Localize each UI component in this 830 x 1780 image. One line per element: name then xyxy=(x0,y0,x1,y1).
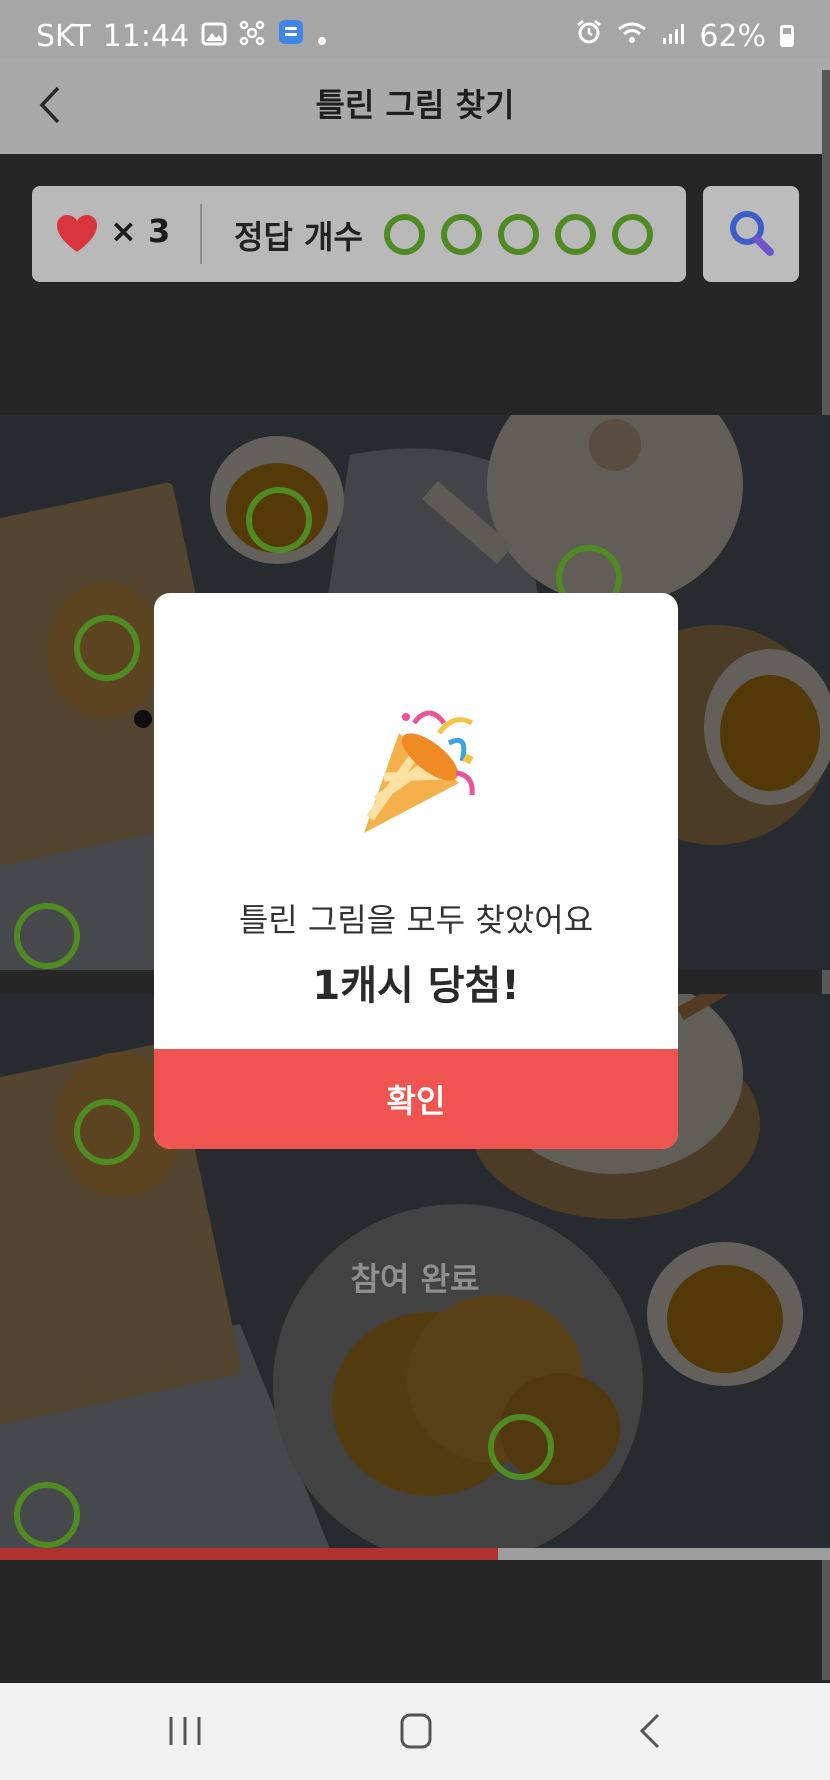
success-dialog: 틀린 그림을 모두 찾았어요 1캐시 당첨! 확인 xyxy=(154,593,678,1149)
reward-text: 1캐시 당첨! xyxy=(312,963,520,1009)
wifi-icon xyxy=(617,19,647,54)
app-notification-icon xyxy=(277,18,305,54)
participation-complete-label: 참여 완료 xyxy=(350,1260,480,1298)
signal-icon xyxy=(661,19,685,54)
heart-icon xyxy=(56,214,98,254)
carrier-label: SKT xyxy=(36,18,91,54)
dialog-message: 틀린 그림을 모두 찾았어요 xyxy=(238,901,594,939)
clock: 11:44 xyxy=(102,18,190,54)
network-icon xyxy=(239,19,265,54)
party-popper-icon xyxy=(344,703,484,847)
progress-fill xyxy=(0,1548,498,1560)
answer-indicators xyxy=(384,214,653,255)
score-panel: × 3 정답 개수 xyxy=(32,186,686,282)
answer-count-label: 정답 개수 xyxy=(234,218,363,256)
system-nav-bar xyxy=(0,1683,830,1780)
answer-dot xyxy=(555,214,596,255)
found-spot-marker xyxy=(74,1099,140,1165)
recent-apps-icon xyxy=(169,1717,201,1745)
battery-icon xyxy=(780,25,794,47)
home-icon xyxy=(400,1713,432,1749)
answer-dot xyxy=(498,214,539,255)
found-spot-marker xyxy=(14,903,80,969)
page-title: 틀린 그림 찾기 xyxy=(315,86,515,124)
answer-dot xyxy=(441,214,482,255)
app-header: 틀린 그림 찾기 xyxy=(0,58,830,154)
back-icon xyxy=(639,1713,660,1749)
answer-dot xyxy=(384,214,425,255)
gallery-icon xyxy=(201,19,227,54)
lives-count: × 3 xyxy=(110,212,171,250)
search-icon xyxy=(730,211,774,256)
system-back-button[interactable] xyxy=(620,1709,680,1753)
answer-dot xyxy=(612,214,653,255)
home-button[interactable] xyxy=(386,1709,446,1753)
found-spot-marker xyxy=(74,615,140,681)
found-spot-marker xyxy=(246,487,312,553)
recent-apps-button[interactable] xyxy=(155,1709,215,1753)
found-spot-marker xyxy=(488,1414,554,1480)
hint-button[interactable] xyxy=(703,186,799,282)
more-notifications-icon xyxy=(317,19,327,54)
found-spot-marker xyxy=(14,1482,80,1548)
alarm-icon xyxy=(575,18,603,54)
confirm-button[interactable]: 확인 xyxy=(154,1049,678,1149)
time-progress-bar xyxy=(0,1548,830,1560)
hud-divider xyxy=(200,204,202,264)
battery-percent: 62% xyxy=(699,18,766,54)
